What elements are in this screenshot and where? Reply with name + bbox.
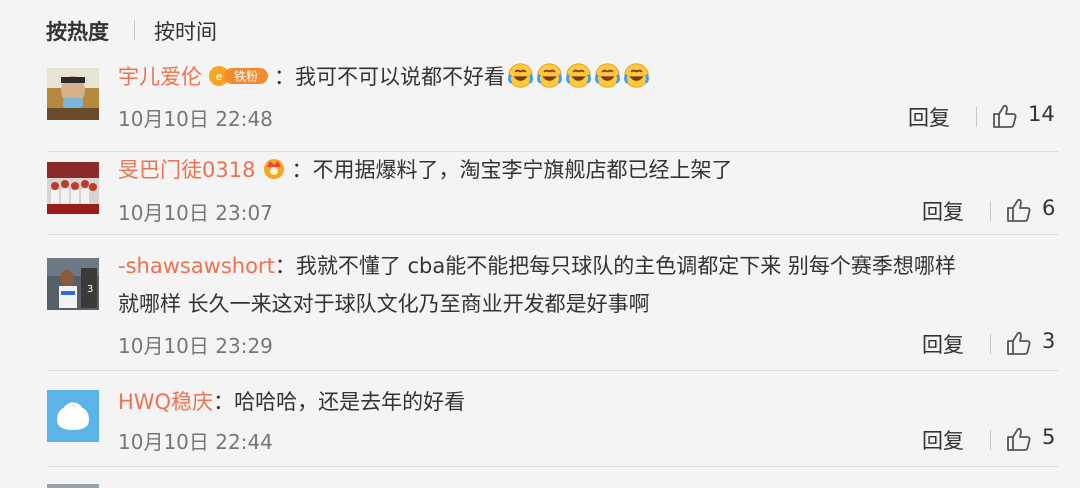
laugh-cry-emoji [595,63,620,88]
comment-text: ：我就不懂了 cba能不能把每只球队的主色调都定下来 别每个赛季想哪样 [274,254,956,278]
action-divider [990,430,991,450]
sort-bar: 按热度 按时间 [0,0,1080,58]
action-divider [990,201,991,221]
comment-item: 旻巴门徒0318 ：不用据爆料了，淘宝李宁旗舰店都已经上架了 10月10日 23:… [0,152,1080,235]
avatar[interactable] [47,68,99,120]
thumbs-up-icon[interactable] [1006,426,1032,452]
thumbs-up-icon[interactable] [1006,330,1032,356]
laugh-cry-emoji [566,63,591,88]
username[interactable]: 宇儿爱伦 [118,65,202,89]
action-divider [990,334,991,354]
avatar[interactable]: 3 [47,258,99,310]
next-comment-partial [0,474,1080,488]
comment-item: 3 -shawsawshort：我就不懂了 cba能不能把每只球队的主色调都定下… [0,234,1080,371]
comment-item: HWQ稳庆：哈哈哈，还是去年的好看 10月10日 22:44 回复 5 [0,370,1080,467]
username[interactable]: 旻巴门徒0318 [118,158,255,182]
reply-button[interactable]: 回复 [922,425,964,455]
sort-by-hot[interactable]: 按热度 [46,16,109,46]
comment-text: ：我可不可以说都不好看 [274,65,505,89]
thumbs-up-icon[interactable] [992,103,1018,129]
like-count: 5 [1042,425,1056,449]
svg-text:3: 3 [87,284,93,295]
reply-button[interactable]: 回复 [922,196,964,226]
comment-text: ：不用据爆料了，淘宝李宁旗舰店都已经上架了 [291,158,733,182]
username[interactable]: HWQ稳庆 [118,390,213,414]
laugh-cry-emoji [508,63,533,88]
like-count: 6 [1042,196,1056,220]
comment-time: 10月10日 23:07 [118,201,273,225]
comment-item: 宇儿爱伦 e 铁粉 ：我可不可以说都不好看 10月10日 22:48 回复 14 [0,58,1080,152]
username[interactable]: -shawsawshort [118,254,275,278]
reply-button[interactable]: 回复 [908,102,950,132]
comment-time: 10月10日 22:44 [118,430,273,454]
sort-divider [134,20,135,40]
crown-icon [261,156,287,187]
reply-button[interactable]: 回复 [922,329,964,359]
avatar [47,484,99,488]
fan-badge-label: 铁粉 [234,70,258,84]
fan-badge: e 铁粉 [208,65,270,94]
comment-time: 10月10日 23:29 [118,334,273,358]
sort-by-time[interactable]: 按时间 [154,16,217,46]
laugh-cry-emoji [624,63,649,88]
comment-text: ：哈哈哈，还是去年的好看 [213,390,466,414]
like-count: 14 [1028,102,1055,126]
comment-time: 10月10日 22:48 [118,107,273,131]
comment-divider [48,466,1058,467]
comment-text-continued: 就哪样 长久一来这对于球队文化乃至商业开发都是好事啊 [118,292,650,316]
laugh-cry-emoji [537,63,562,88]
action-divider [976,107,977,127]
avatar[interactable] [47,390,99,442]
thumbs-up-icon[interactable] [1006,197,1032,223]
avatar[interactable] [47,162,99,214]
svg-text:e: e [216,70,223,83]
emoji-row [505,63,650,89]
like-count: 3 [1042,329,1056,353]
